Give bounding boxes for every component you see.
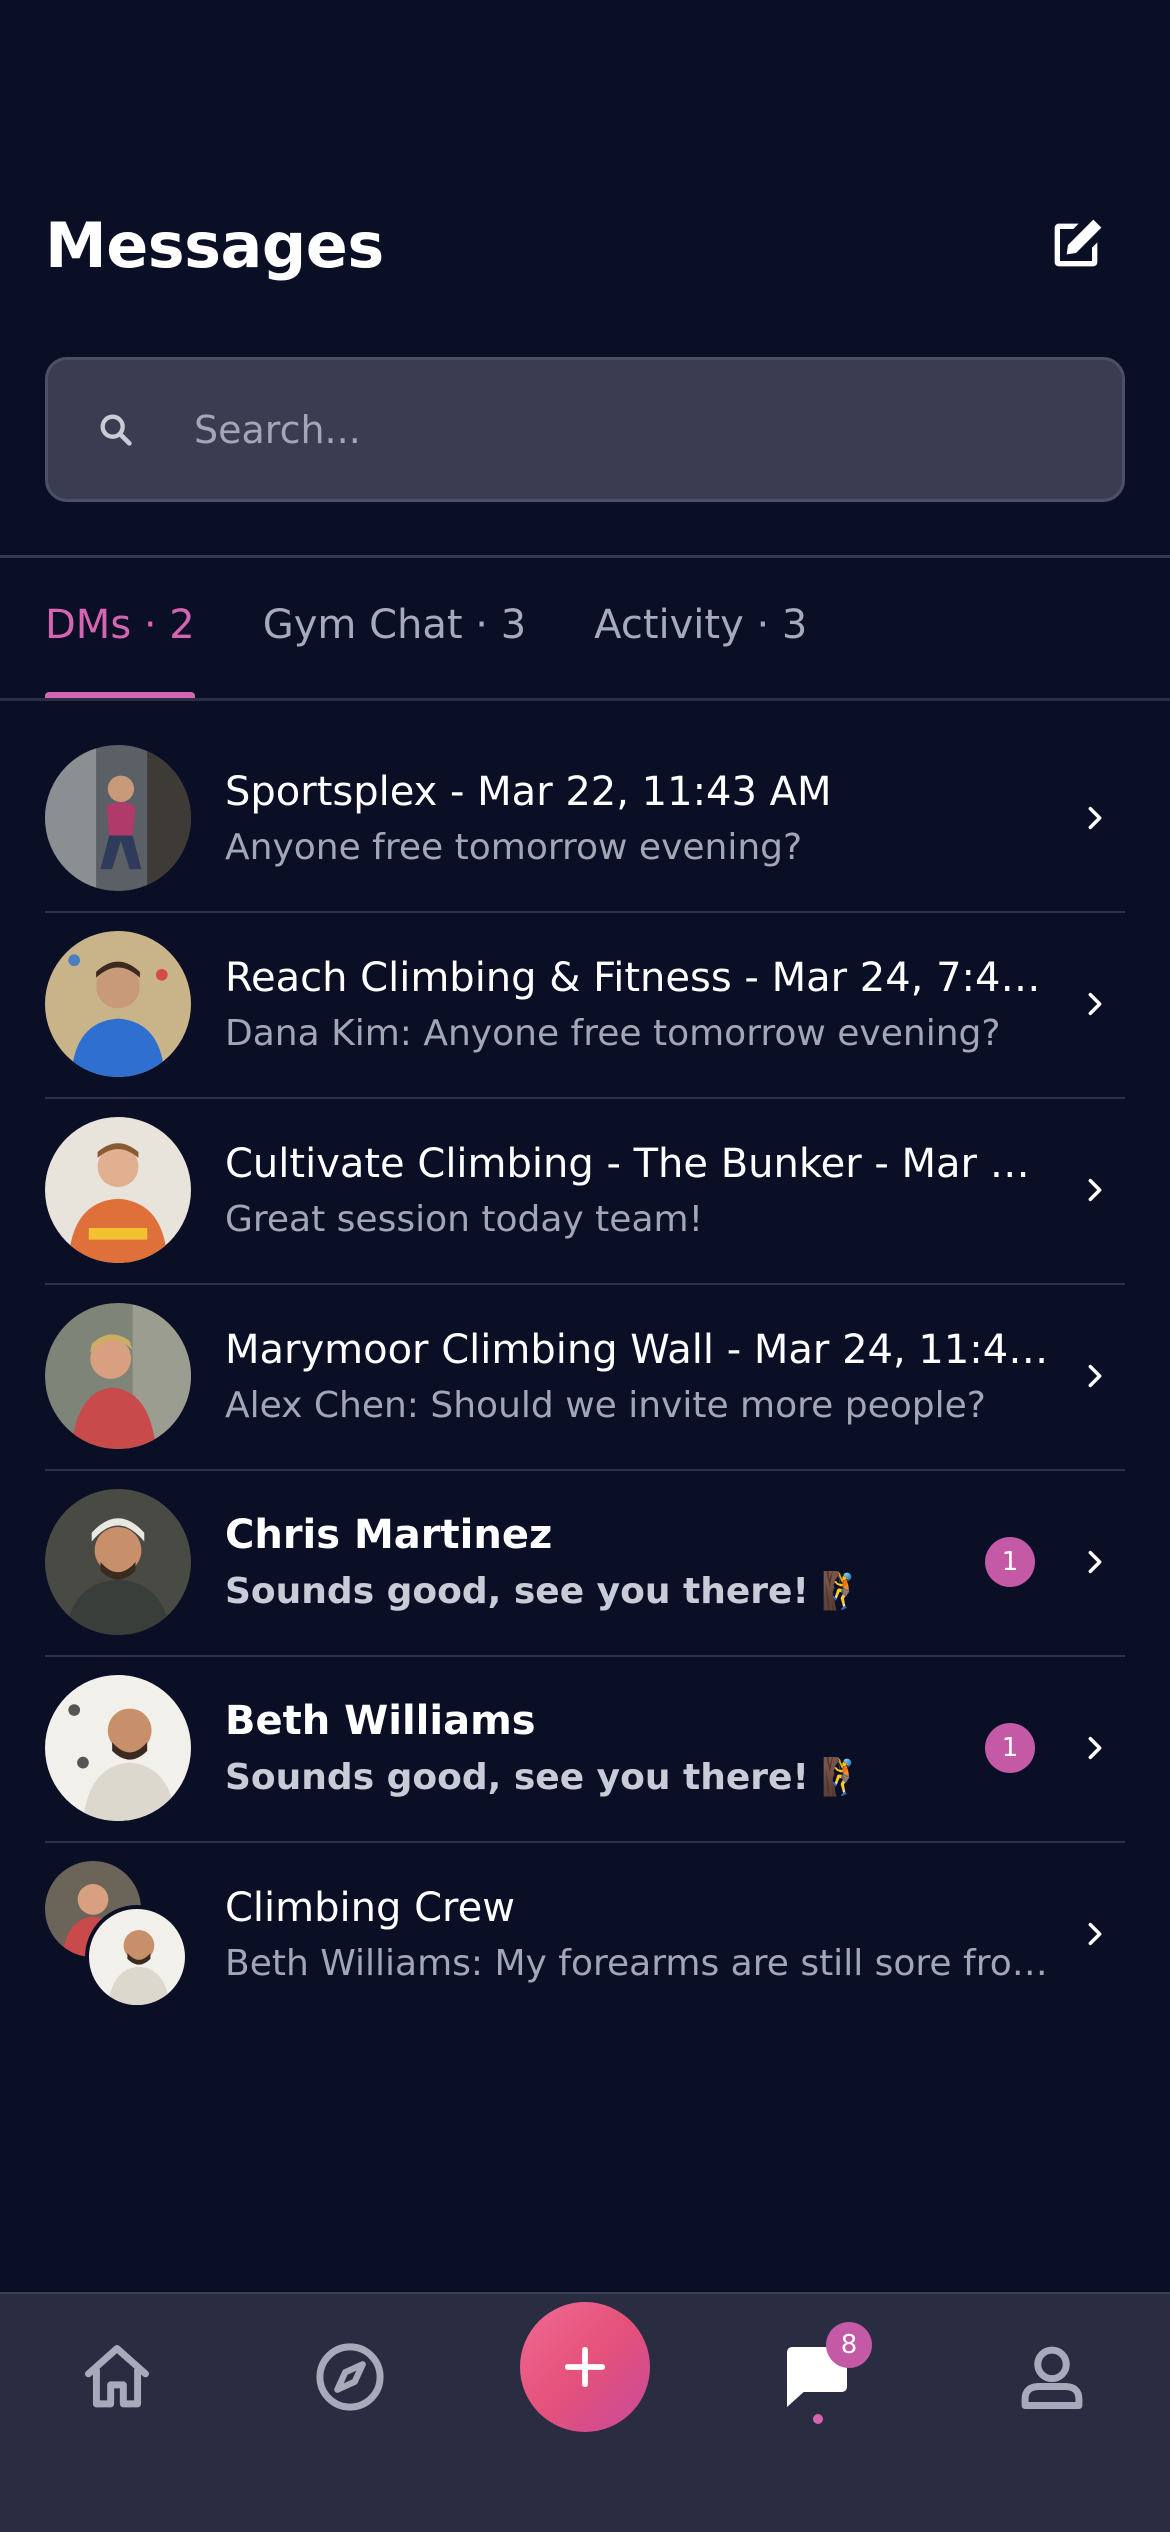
tab-gym-chat[interactable]: Gym Chat · 3 [263,590,526,700]
compose-icon [1054,219,1102,267]
chevron-right-icon [1075,1542,1115,1582]
unread-badge: 1 [985,1723,1035,1773]
chevron-right-icon [1075,1170,1115,1210]
search-bar[interactable] [45,357,1125,502]
add-icon [564,2346,606,2388]
divider [0,555,1170,558]
avatar [45,1117,191,1263]
tab-dms[interactable]: DMs · 2 [45,590,195,700]
conversation-preview: Alex Chen: Should we invite more people? [225,1384,986,1426]
conversation-row[interactable]: Cultivate Climbing - The Bunker - Mar 24… [45,1097,1125,1283]
nav-home[interactable] [72,2332,162,2422]
conversation-preview: Sounds good, see you there! 🧗 [225,1571,867,1612]
conversation-row[interactable]: Marymoor Climbing Wall - Mar 24, 11:45 A… [45,1283,1125,1469]
active-indicator [813,2414,823,2424]
conversation-preview: Dana Kim: Anyone free tomorrow evening? [225,1012,1001,1054]
conversation-name: Chris Martinez [225,1512,553,1558]
messages-badge: 8 [826,2322,872,2368]
explore-icon [316,2343,384,2411]
tab-activity[interactable]: Activity · 3 [594,590,807,700]
conversation-name: Sportsplex - Mar 22, 11:43 AM [225,768,832,815]
create-button[interactable] [520,2302,650,2432]
conversation-preview: Great session today team! [225,1198,704,1240]
avatar [45,745,191,891]
conversation-preview: Beth Williams: My forearms are still sor… [225,1942,1055,1984]
bottom-nav: 8 [0,2292,1170,2532]
chevron-right-icon [1075,1728,1115,1768]
tab-bar: DMs · 2 Gym Chat · 3 Activity · 3 [45,590,875,700]
nav-profile[interactable] [1007,2332,1097,2422]
avatar [45,1489,191,1635]
nav-explore[interactable] [305,2332,395,2422]
conversation-list: Sportsplex - Mar 22, 11:43 AM Anyone fre… [45,725,1125,2027]
avatar [45,1675,191,1821]
avatar [45,931,191,1077]
conversation-name: Reach Climbing & Fitness - Mar 24, 7:45 … [225,954,1055,1001]
conversation-name: Marymoor Climbing Wall - Mar 24, 11:45 A… [225,1326,1055,1373]
avatar [45,1303,191,1449]
unread-badge: 1 [985,1537,1035,1587]
conversation-name: Climbing Crew [225,1884,515,1931]
divider [0,698,1170,701]
conversation-preview: Sounds good, see you there! 🧗 [225,1757,867,1798]
conversation-row[interactable]: Beth Williams Sounds good, see you there… [45,1655,1125,1841]
chevron-right-icon [1075,984,1115,1024]
search-input[interactable] [194,407,1054,452]
conversation-row[interactable]: Climbing Crew Beth Williams: My forearms… [45,1841,1125,2027]
conversation-row[interactable]: Chris Martinez Sounds good, see you ther… [45,1469,1125,1655]
header: Messages [45,195,1125,295]
search-icon [88,402,144,458]
group-avatar [45,1861,191,2009]
page-title: Messages [45,208,384,282]
compose-button[interactable] [1037,206,1115,284]
conversation-preview: Anyone free tomorrow evening? [225,826,803,868]
chevron-right-icon [1075,1914,1115,1954]
chevron-right-icon [1075,1356,1115,1396]
home-icon [85,2345,149,2408]
conversation-row[interactable]: Sportsplex - Mar 22, 11:43 AM Anyone fre… [45,725,1125,911]
conversation-row[interactable]: Reach Climbing & Fitness - Mar 24, 7:45 … [45,911,1125,1097]
conversation-name: Beth Williams [225,1698,536,1744]
avatar [85,1905,189,2009]
profile-icon [1021,2346,1083,2409]
conversation-name: Cultivate Climbing - The Bunker - Mar 24… [225,1140,1055,1187]
chevron-right-icon [1075,798,1115,838]
